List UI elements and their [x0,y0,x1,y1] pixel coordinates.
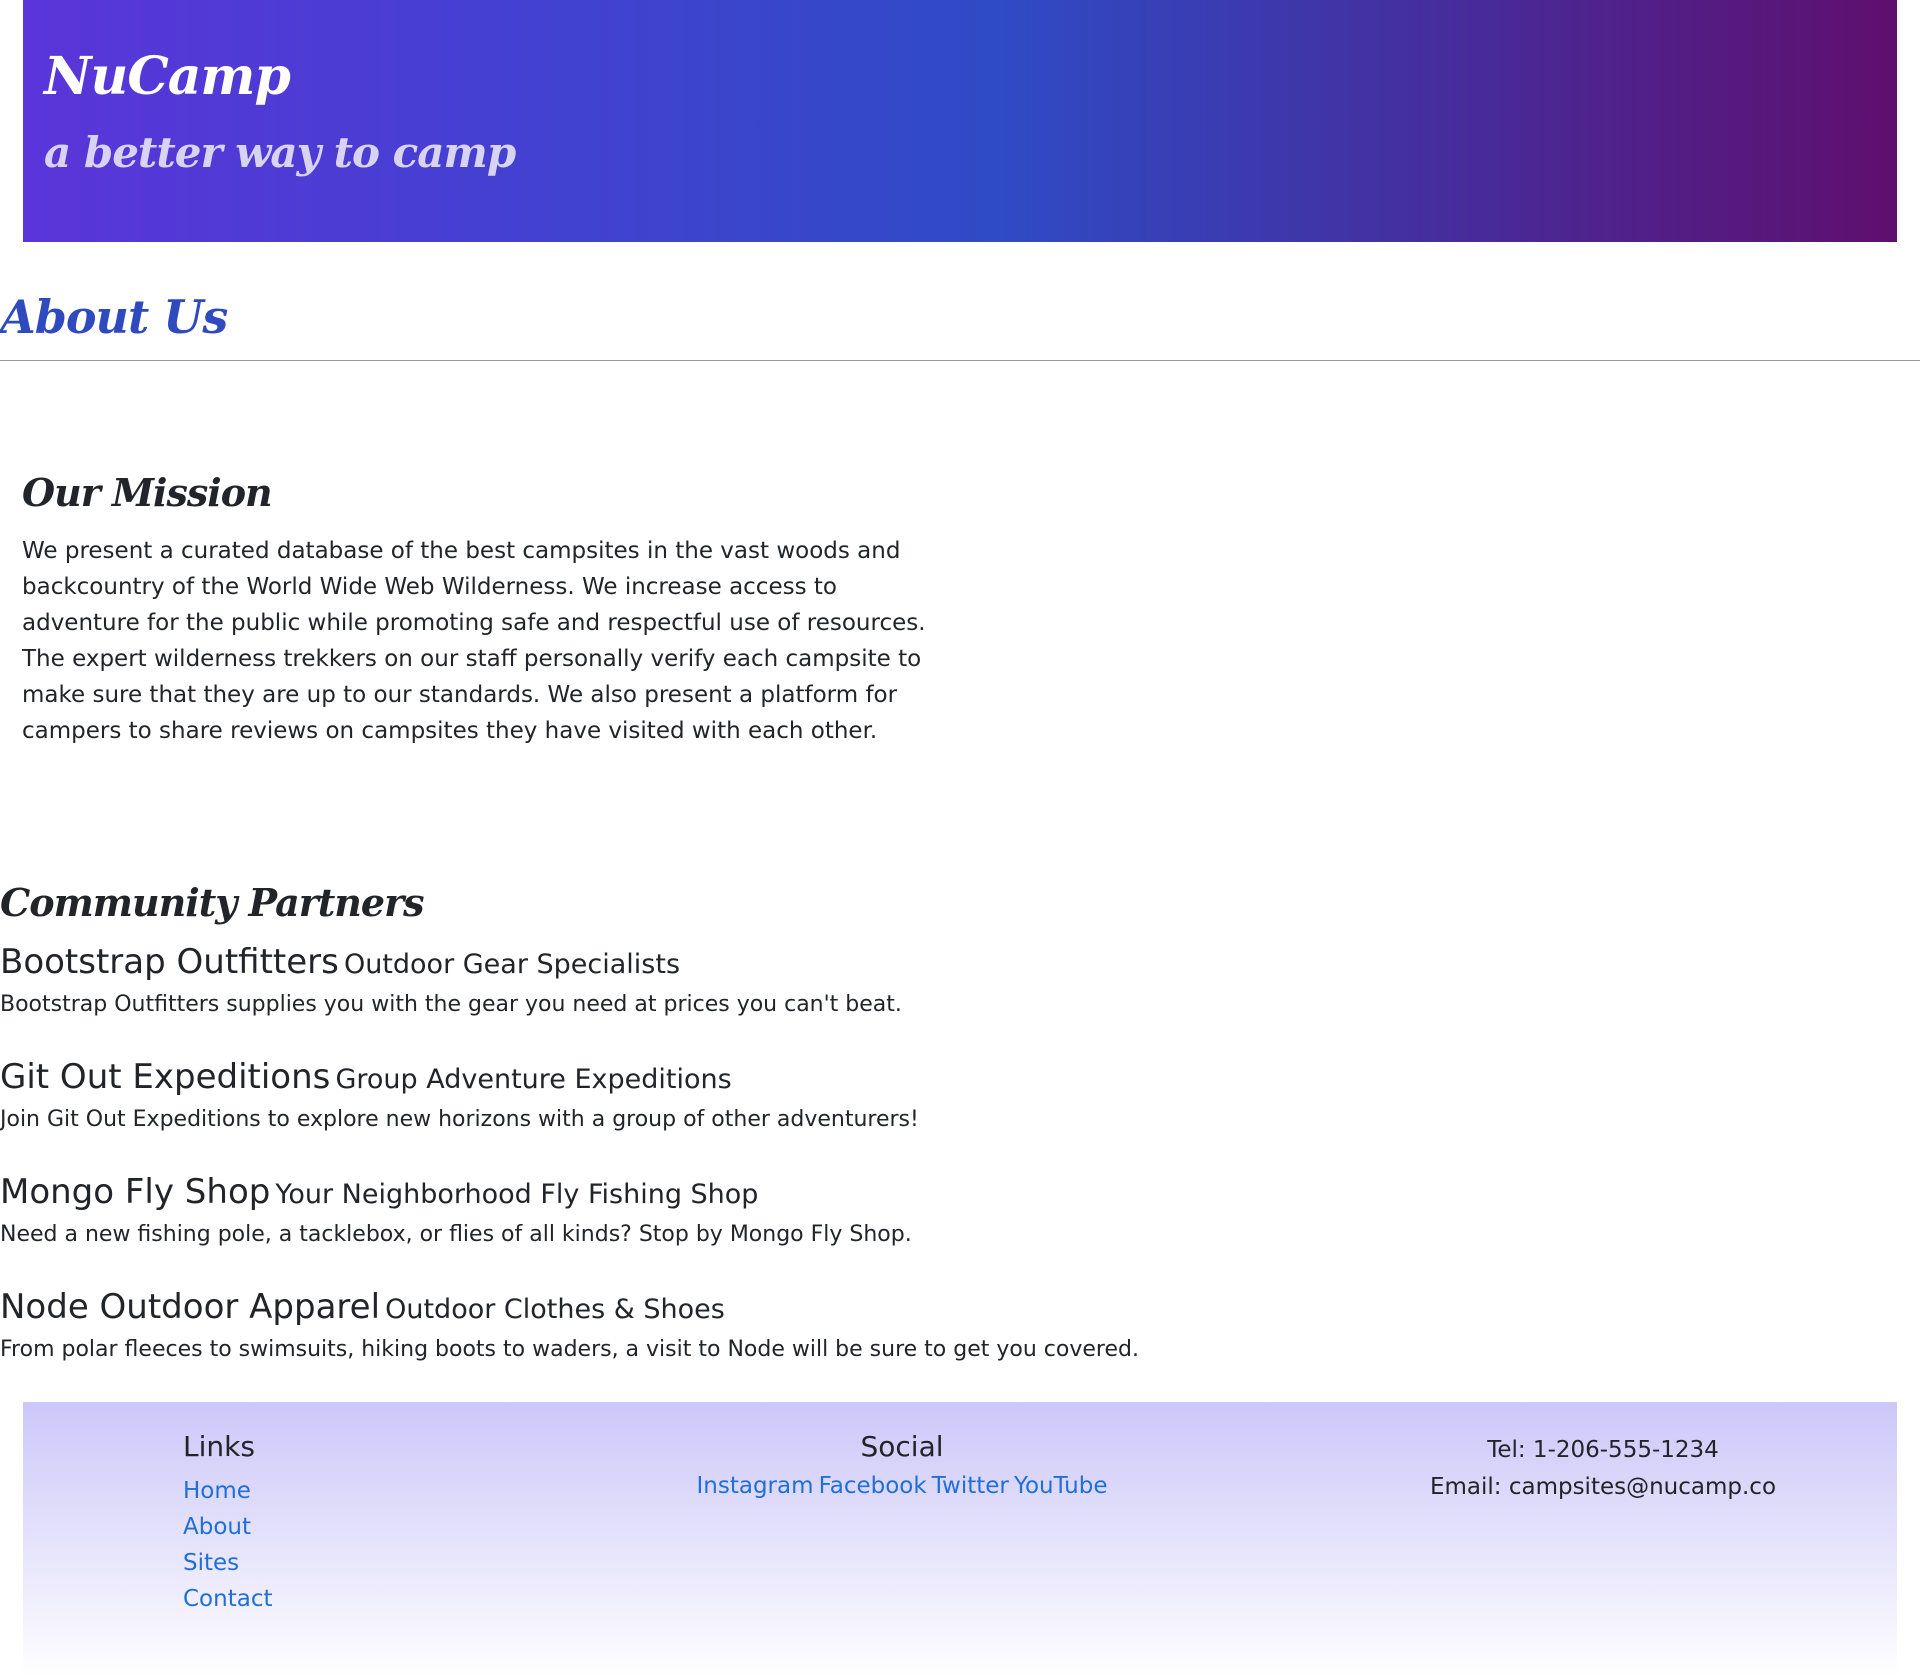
partner-item: Mongo Fly Shop Your Neighborhood Fly Fis… [0,1172,912,1247]
partner-name: Node Outdoor Apparel [0,1287,381,1327]
site-footer: Links Home About Sites Contact Social In… [23,1402,1897,1678]
footer-contact-column: Tel: 1-206-555-1234 Email: campsites@nuc… [1383,1432,1823,1506]
site-header: NuCamp a better way to camp [23,0,1897,242]
partner-subtitle: Group Adventure Expeditions [335,1064,732,1095]
partner-name: Bootstrap Outfitters [0,942,339,982]
footer-links-title: Links [183,1430,255,1463]
partner-name: Mongo Fly Shop [0,1172,271,1212]
partner-item: Bootstrap Outfitters Outdoor Gear Specia… [0,942,902,1017]
title-divider [0,360,1920,361]
contact-email: Email: campsites@nucamp.co [1429,1474,1777,1500]
brand-tagline: a better way to camp [44,128,516,177]
partner-item: Node Outdoor Apparel Outdoor Clothes & S… [0,1287,1139,1362]
footer-link-home[interactable]: Home [183,1473,272,1509]
footer-link-sites[interactable]: Sites [183,1545,272,1581]
mission-text: We present a curated database of the bes… [22,538,926,744]
social-link-youtube[interactable]: YouTube [1014,1473,1108,1499]
footer-links-column: Links Home About Sites Contact [183,1430,272,1617]
partner-description: Bootstrap Outfitters supplies you with t… [0,992,902,1017]
mission-title: Our Mission [22,470,273,515]
partner-description: Join Git Out Expeditions to explore new … [0,1107,919,1132]
partner-subtitle: Outdoor Clothes & Shoes [385,1294,725,1325]
brand-name[interactable]: NuCamp [44,46,291,107]
partners-title: Community Partners [0,880,425,925]
partner-subtitle: Your Neighborhood Fly Fishing Shop [275,1179,759,1210]
partner-description: From polar fleeces to swimsuits, hiking … [0,1337,1139,1362]
footer-social-title: Social [860,1430,944,1463]
footer-link-contact[interactable]: Contact [183,1581,272,1617]
social-link-instagram[interactable]: Instagram [697,1473,814,1499]
partner-subtitle: Outdoor Gear Specialists [343,949,681,980]
partner-name: Git Out Expeditions [0,1057,331,1097]
partner-description: Need a new fishing pole, a tacklebox, or… [0,1222,912,1247]
social-link-twitter[interactable]: Twitter [932,1473,1009,1499]
footer-social-column: Social Instagram Facebook Twitter YouTub… [672,1430,1132,1499]
page-title: About Us [0,290,228,344]
contact-tel: Tel: 1-206-555-1234 [1487,1437,1719,1463]
partner-item: Git Out Expeditions Group Adventure Expe… [0,1057,919,1132]
social-link-facebook[interactable]: Facebook [819,1473,927,1499]
footer-link-about[interactable]: About [183,1509,272,1545]
